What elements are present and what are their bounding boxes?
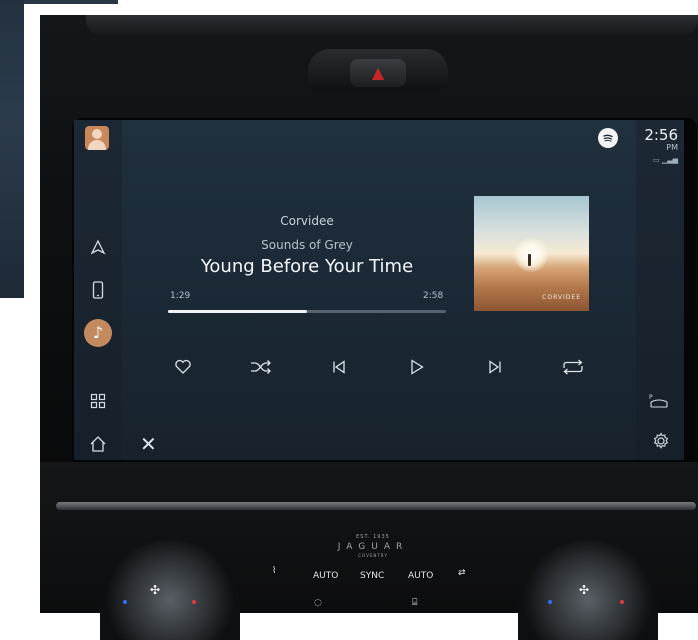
photo-left-edge <box>0 0 24 298</box>
hazard-button[interactable]: ▲ <box>350 59 406 87</box>
progress-fill <box>168 310 307 313</box>
spotify-icon <box>598 128 618 148</box>
heart-icon[interactable] <box>168 352 198 382</box>
track-info: Corvidee Sounds of Grey Young Before You… <box>168 214 446 277</box>
album-art-figure <box>528 254 531 266</box>
brand-est: EST. 1935 <box>356 534 390 540</box>
artist-name: Corvidee <box>280 214 334 228</box>
elapsed-time: 1:29 <box>170 291 191 301</box>
clock-ampm: PM <box>666 143 678 152</box>
clock-time: 2:56 <box>644 126 678 144</box>
settings-gear-icon[interactable] <box>652 432 670 454</box>
auto-right-button[interactable]: AUTO <box>408 571 433 581</box>
recirculation-icon[interactable]: ◌ <box>314 598 322 608</box>
previous-track-icon[interactable] <box>324 352 354 382</box>
next-track-icon[interactable] <box>480 352 510 382</box>
navigation-icon[interactable] <box>85 234 111 260</box>
clock: 2:56 PM ▭ ▁▃▅ <box>644 126 678 164</box>
background-photo-edge <box>0 0 118 613</box>
rear-defrost-icon[interactable]: ⌸ <box>412 598 417 608</box>
signal-icon: ▁▃▅ <box>661 156 678 164</box>
repeat-icon[interactable] <box>558 352 588 382</box>
album-art-caption: CORVIDEE <box>542 294 581 301</box>
right-heat-indicator <box>620 600 624 604</box>
total-time: 2:58 <box>423 291 444 301</box>
brand-name: JAGUAR <box>337 542 409 552</box>
album-name: Sounds of Grey <box>261 238 353 252</box>
album-art-sun <box>514 238 548 272</box>
park-assist-button[interactable]: P <box>648 392 670 414</box>
play-icon[interactable] <box>402 352 432 382</box>
infotainment-screen: ♪ 2:56 PM ▭ ▁▃▅ P Corvidee Sounds of Gre… <box>74 120 684 460</box>
airflow-icon[interactable]: ⇄ <box>458 568 466 578</box>
svg-text:P: P <box>649 394 653 401</box>
close-icon[interactable]: ✕ <box>140 432 157 456</box>
apps-grid-icon[interactable] <box>85 388 111 414</box>
brand-badge: EST. 1935 JAGUAR COVENTRY <box>318 534 428 558</box>
album-art: CORVIDEE <box>474 196 589 311</box>
progress-bar[interactable] <box>168 310 446 313</box>
sync-button[interactable]: SYNC <box>360 571 384 581</box>
top-vent <box>86 15 698 37</box>
left-cool-indicator <box>123 600 127 604</box>
right-rail: 2:56 PM ▭ ▁▃▅ P <box>636 120 684 460</box>
right-fan-icon: ✣ <box>579 583 590 597</box>
avatar-icon[interactable] <box>85 126 109 150</box>
brand-city: COVENTRY <box>358 553 388 558</box>
left-heat-indicator <box>192 600 196 604</box>
playback-controls <box>168 352 588 382</box>
battery-icon: ▭ <box>652 156 660 164</box>
status-icons: ▭ ▁▃▅ <box>644 156 678 164</box>
shuffle-icon[interactable] <box>246 352 276 382</box>
left-fan-icon: ✣ <box>150 583 161 597</box>
music-note-icon[interactable]: ♪ <box>84 319 112 347</box>
track-title: Young Before Your Time <box>200 256 414 277</box>
left-rail: ♪ <box>74 120 122 460</box>
phone-icon[interactable] <box>85 277 111 303</box>
hazard-triangle-icon: ▲ <box>371 63 385 82</box>
seat-heat-icon[interactable]: ⌇ <box>272 566 276 576</box>
home-icon[interactable] <box>85 431 111 457</box>
auto-left-button[interactable]: AUTO <box>313 571 338 581</box>
right-cool-indicator <box>548 600 552 604</box>
chrome-trim <box>56 502 696 510</box>
